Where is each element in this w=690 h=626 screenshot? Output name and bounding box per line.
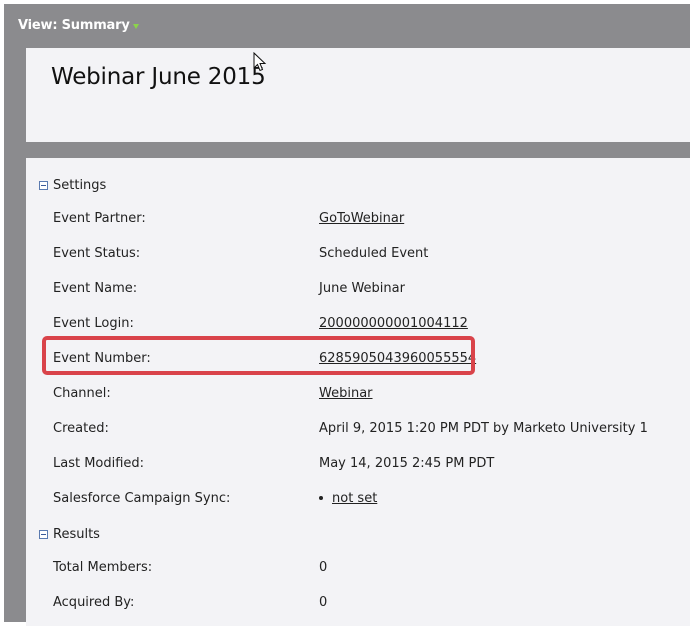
created-value: April 9, 2015 1:20 PM PDT by Marketo Uni… — [319, 421, 648, 436]
field-label: Event Name: — [53, 281, 138, 296]
event-login-link[interactable]: 200000000001004112 — [319, 316, 468, 331]
channel-link[interactable]: Webinar — [319, 386, 373, 401]
event-status-value: Scheduled Event — [319, 246, 429, 261]
view-selector-label: View: Summary — [18, 17, 130, 33]
field-row-event-name: Event Name: June Webinar — [26, 279, 690, 299]
field-row-created: Created: April 9, 2015 1:20 PM PDT by Ma… — [26, 419, 690, 439]
field-row-total-members: Total Members: 0 — [26, 558, 690, 578]
event-partner-link[interactable]: GoToWebinar — [319, 211, 404, 226]
results-section-title: Results — [53, 526, 100, 542]
collapse-minus-icon[interactable] — [39, 180, 48, 190]
title-panel: Webinar June 2015 — [26, 48, 690, 142]
view-selector[interactable]: View: Summary — [18, 16, 139, 34]
field-row-event-status: Event Status: Scheduled Event — [26, 244, 690, 264]
settings-section-toggle[interactable]: Settings — [39, 175, 106, 195]
event-name-value: June Webinar — [319, 281, 405, 296]
field-label: Channel: — [53, 386, 111, 401]
page-title: Webinar June 2015 — [51, 64, 266, 90]
last-modified-value: May 14, 2015 2:45 PM PDT — [319, 456, 495, 471]
field-label: Event Partner: — [53, 211, 146, 226]
collapse-minus-icon[interactable] — [39, 529, 48, 539]
field-label: Event Number: — [53, 351, 151, 366]
salesforce-sync-link[interactable]: not set — [332, 491, 377, 506]
bullet-icon — [319, 495, 323, 500]
field-label: Salesforce Campaign Sync: — [53, 491, 231, 506]
acquired-by-value: 0 — [319, 595, 328, 610]
field-label: Event Status: — [53, 246, 141, 261]
field-label: Total Members: — [53, 560, 153, 575]
field-row-last-modified: Last Modified: May 14, 2015 2:45 PM PDT — [26, 454, 690, 474]
field-row-channel: Channel: Webinar — [26, 384, 690, 404]
field-label: Acquired By: — [53, 595, 135, 610]
field-row-event-number: Event Number: 6285905043960055554 — [26, 349, 690, 369]
field-label: Last Modified: — [53, 456, 145, 471]
field-row-event-partner: Event Partner: GoToWebinar — [26, 209, 690, 229]
total-members-value: 0 — [319, 560, 328, 575]
results-section-toggle[interactable]: Results — [39, 524, 100, 544]
field-label: Event Login: — [53, 316, 134, 331]
settings-section-title: Settings — [53, 177, 107, 193]
field-row-salesforce-sync: Salesforce Campaign Sync: not set — [26, 489, 690, 509]
app-frame: View: Summary Webinar June 2015 Settings… — [4, 4, 690, 626]
event-number-link[interactable]: 6285905043960055554 — [319, 351, 476, 366]
field-label: Created: — [53, 421, 109, 436]
chevron-down-icon[interactable] — [132, 23, 139, 29]
field-row-acquired-by: Acquired By: 0 — [26, 593, 690, 613]
salesforce-sync-value: not set — [319, 491, 377, 506]
summary-panel: Settings Event Partner: GoToWebinar Even… — [26, 158, 690, 626]
field-row-event-login: Event Login: 200000000001004112 — [26, 314, 690, 334]
